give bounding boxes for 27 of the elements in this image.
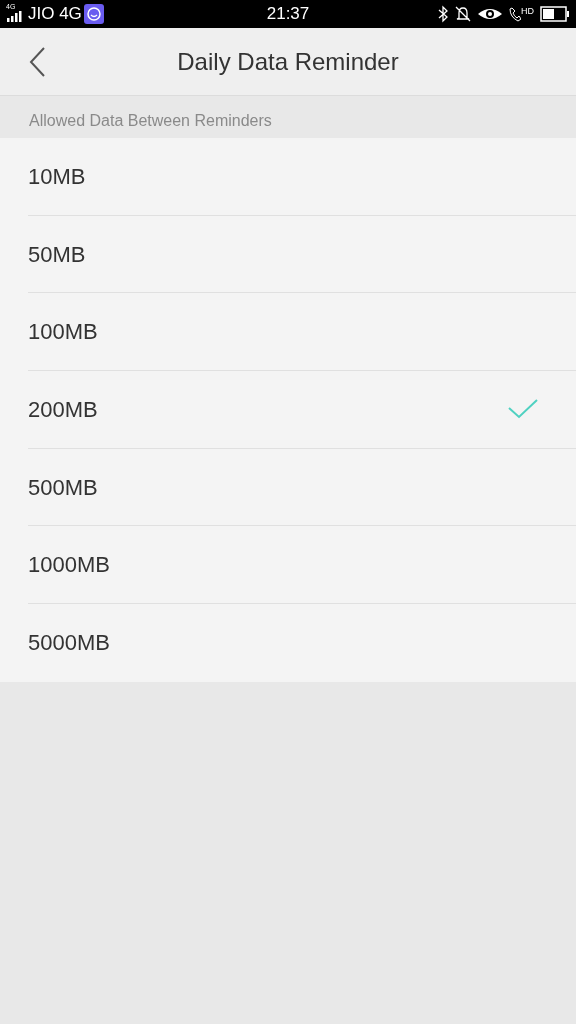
signal-icon bbox=[7, 11, 24, 22]
option-label: 1000MB bbox=[28, 551, 110, 580]
option-row[interactable]: 100MB bbox=[28, 293, 576, 372]
option-label: 500MB bbox=[28, 473, 98, 502]
back-icon bbox=[29, 47, 45, 77]
carrier-label: JIO 4G bbox=[28, 3, 82, 26]
bluetooth-icon bbox=[437, 5, 449, 23]
option-label: 100MB bbox=[28, 318, 98, 347]
option-label: 5000MB bbox=[28, 629, 110, 658]
option-row[interactable]: 500MB bbox=[28, 448, 576, 527]
option-label: 200MB bbox=[28, 395, 98, 424]
battery-icon bbox=[540, 6, 570, 22]
option-row[interactable]: 5000MB bbox=[28, 604, 576, 682]
page-title: Daily Data Reminder bbox=[177, 46, 399, 77]
option-row[interactable]: 10MB bbox=[28, 138, 576, 216]
muted-bell-icon bbox=[455, 5, 471, 23]
option-row[interactable]: 50MB bbox=[28, 215, 576, 294]
option-label: 10MB bbox=[28, 162, 86, 191]
app-icon bbox=[83, 4, 104, 24]
option-label: 50MB bbox=[28, 240, 86, 269]
hd-label: HD bbox=[521, 6, 534, 16]
clock: 21:37 bbox=[266, 3, 310, 26]
phone-icon bbox=[509, 6, 521, 22]
option-row[interactable]: 200MB bbox=[28, 371, 576, 449]
eye-icon bbox=[477, 6, 503, 22]
section-header: Allowed Data Between Reminders bbox=[29, 111, 272, 131]
option-row[interactable]: 1000MB bbox=[28, 526, 576, 605]
